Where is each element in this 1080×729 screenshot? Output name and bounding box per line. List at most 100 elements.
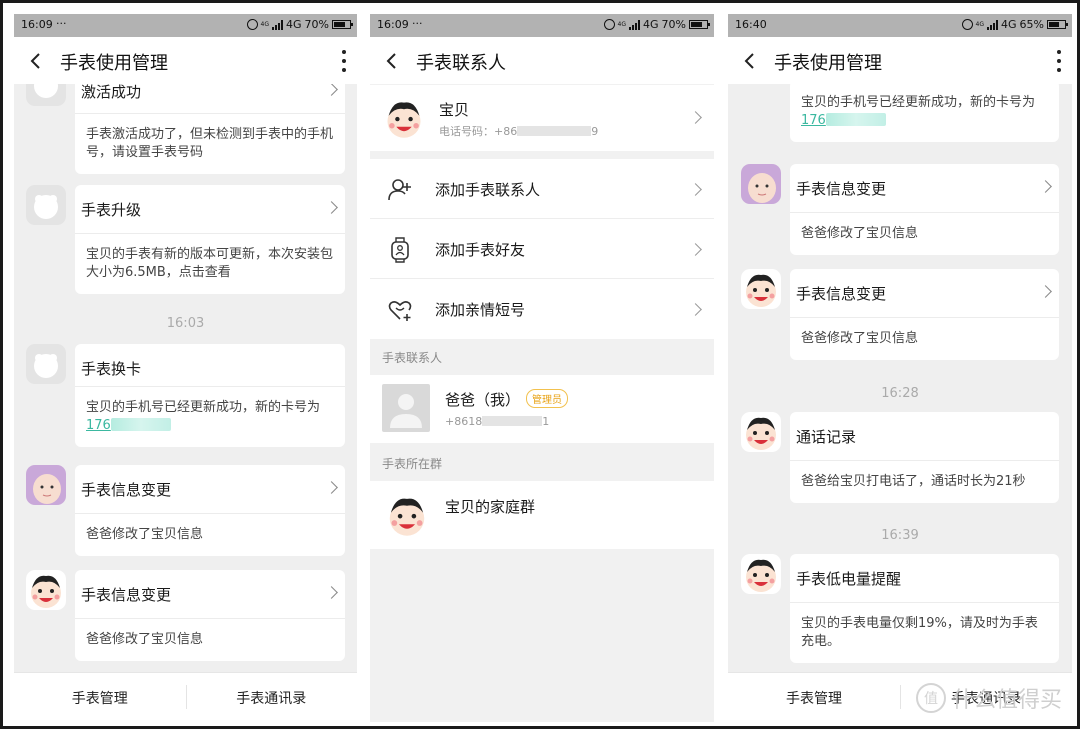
message-card[interactable]: 手表换卡 宝贝的手机号已经更新成功，新的卡号为 176 <box>75 344 345 447</box>
chevron-right-icon <box>325 201 338 214</box>
admin-badge: 管理员 <box>526 389 569 408</box>
add-contact-label: 添加手表联系人 <box>435 181 541 199</box>
alarm-icon <box>246 19 258 30</box>
chevron-right-icon <box>689 303 702 316</box>
more-menu-icon[interactable] <box>1056 50 1062 72</box>
message-card[interactable]: 手表信息变更 爸爸修改了宝贝信息 <box>790 269 1059 360</box>
default-person-avatar-icon <box>382 384 430 432</box>
message-card[interactable]: 手表升级 宝贝的手表有新的版本可更新，本次安装包大小为6.5MB，点击查看 <box>75 185 345 294</box>
status-icons: 4G 4G 65% <box>961 18 1068 31</box>
card-title: 手表信息变更 <box>796 285 887 303</box>
add-friend-row[interactable]: 添加手表好友 <box>370 219 714 279</box>
back-arrow-icon[interactable] <box>738 49 762 73</box>
card-body: 爸爸修改了宝贝信息 <box>801 226 919 241</box>
message-card[interactable]: 通话记录 爸爸给宝贝打电话了，通话时长为21秒 <box>790 412 1059 503</box>
baby-contact-row[interactable]: 宝贝 电话号码：+86 9 <box>370 85 714 151</box>
action-list: 添加手表联系人 添加手表好友 添加亲情短号 <box>370 159 714 339</box>
add-short-number-label: 添加亲情短号 <box>435 301 526 319</box>
card-body: 手表激活成功了，但未检测到手表中的手机号，请设置手表号码 <box>86 127 334 160</box>
contact-row-dad[interactable]: 爸爸（我） 管理员 +8618 1 <box>370 375 714 443</box>
page-title: 手表使用管理 <box>60 53 168 74</box>
tab-watch-management[interactable]: 手表管理 <box>14 688 186 708</box>
phone-link[interactable]: 176 <box>86 418 111 433</box>
phone-screen-management-2: 16:40 4G 4G 65% 手表使用管理 宝贝的手机号已经更新成功，新的卡号… <box>728 14 1072 722</box>
card-title: 手表换卡 <box>81 360 142 378</box>
network-small-label: 4G <box>617 21 627 28</box>
baby-avatar-icon <box>741 164 781 204</box>
add-friend-label: 添加手表好友 <box>435 241 526 259</box>
status-icons: 4G 4G 70% <box>246 18 353 31</box>
message-card[interactable]: 宝贝的手机号已经更新成功，新的卡号为 176 <box>790 84 1059 142</box>
page-title: 手表联系人 <box>416 53 506 74</box>
add-short-number-row[interactable]: 添加亲情短号 <box>370 279 714 339</box>
timestamp: 16:28 <box>881 386 919 401</box>
card-title: 手表信息变更 <box>81 481 172 499</box>
card-body: 宝贝的手机号已经更新成功，新的卡号为 <box>86 400 321 415</box>
network-label: 4G <box>286 18 302 31</box>
network-label: 4G <box>1001 18 1017 31</box>
watermark-logo-icon: 值 <box>915 683 946 713</box>
message-card[interactable]: 手表信息变更 爸爸修改了宝贝信息 <box>790 164 1059 255</box>
chevron-right-icon <box>689 183 702 196</box>
status-dots: ··· <box>56 17 67 30</box>
network-small-label: 4G <box>260 21 270 28</box>
back-arrow-icon[interactable] <box>380 49 404 73</box>
phone-screen-contacts: 16:09 ··· 4G 4G 70% 手表联系人 宝贝 电话号码：+869 <box>370 14 714 722</box>
card-title: 通话记录 <box>796 428 857 446</box>
alarm-icon <box>961 19 973 30</box>
screenshot-frame: 16:09 ··· 4G 4G 70% 手表使用管理 激活成功 手表激活成功了，… <box>0 0 1080 729</box>
status-time: 16:09 <box>21 18 53 31</box>
message-feed[interactable]: 激活成功 手表激活成功了，但未检测到手表中的手机号，请设置手表号码 手表升级 宝… <box>14 84 357 672</box>
status-bar: 16:09 ··· 4G 4G 70% <box>14 14 357 37</box>
card-title: 手表低电量提醒 <box>796 570 902 588</box>
status-dots: ··· <box>412 17 423 30</box>
card-body: 爸爸修改了宝贝信息 <box>86 632 204 647</box>
message-card[interactable]: 手表信息变更 爸爸修改了宝贝信息 <box>75 465 345 556</box>
back-arrow-icon[interactable] <box>24 49 48 73</box>
card-title: 手表信息变更 <box>81 586 172 604</box>
status-bar: 16:40 4G 4G 65% <box>728 14 1072 37</box>
card-body: 爸爸修改了宝贝信息 <box>86 527 204 542</box>
battery-icon <box>689 20 710 29</box>
watch-icon <box>391 237 409 263</box>
card-body: 爸爸修改了宝贝信息 <box>801 331 919 346</box>
status-icons: 4G 4G 70% <box>603 18 710 31</box>
nav-bar: 手表联系人 <box>370 37 714 84</box>
tab-watch-management[interactable]: 手表管理 <box>728 688 900 708</box>
signal-icon <box>272 19 284 30</box>
card-body: 宝贝的手表电量仅剩19%，请及时为手表充电。 <box>801 616 1038 649</box>
tab-watch-contacts[interactable]: 手表通讯录 <box>186 688 358 708</box>
cartoon-boy-avatar-icon <box>382 96 426 140</box>
status-time: 16:09 <box>377 18 409 31</box>
nav-bar: 手表使用管理 <box>14 37 357 84</box>
card-title: 手表升级 <box>81 201 142 219</box>
chevron-right-icon <box>325 586 338 599</box>
chevron-right-icon <box>689 243 702 256</box>
chevron-right-icon <box>1039 285 1052 298</box>
battery-percent: 65% <box>1019 18 1044 31</box>
chevron-right-icon <box>1039 180 1052 193</box>
ghost-avatar-icon <box>26 185 66 225</box>
message-card[interactable]: 手表低电量提醒 宝贝的手表电量仅剩19%，请及时为手表充电。 <box>790 554 1059 663</box>
message-card[interactable]: 手表信息变更 爸爸修改了宝贝信息 <box>75 570 345 661</box>
add-contact-row[interactable]: 添加手表联系人 <box>370 159 714 219</box>
section-header-groups: 手表所在群 <box>382 457 443 471</box>
baby-avatar-icon <box>26 465 66 505</box>
phone-screen-management-1: 16:09 ··· 4G 4G 70% 手表使用管理 激活成功 手表激活成功了，… <box>14 14 357 722</box>
card-title: 手表信息变更 <box>796 180 887 198</box>
status-time: 16:40 <box>735 18 767 31</box>
ghost-avatar-icon <box>26 344 66 384</box>
phone-link[interactable]: 176 <box>801 113 826 128</box>
message-card[interactable]: 激活成功 手表激活成功了，但未检测到手表中的手机号，请设置手表号码 <box>75 84 345 174</box>
more-menu-icon[interactable] <box>341 50 347 72</box>
network-label: 4G <box>643 18 659 31</box>
card-title: 激活成功 <box>81 84 142 101</box>
battery-icon <box>332 20 353 29</box>
group-row-family[interactable]: 宝贝的家庭群 <box>370 481 714 549</box>
message-feed[interactable]: 宝贝的手机号已经更新成功，新的卡号为 176 手表信息变更 爸爸修改了宝贝信息 … <box>728 84 1072 672</box>
page-title: 手表使用管理 <box>774 53 882 74</box>
cartoon-boy-avatar-icon <box>741 554 781 594</box>
alarm-icon <box>603 19 615 30</box>
ghost-avatar-icon <box>26 84 66 106</box>
chevron-right-icon <box>689 111 702 124</box>
